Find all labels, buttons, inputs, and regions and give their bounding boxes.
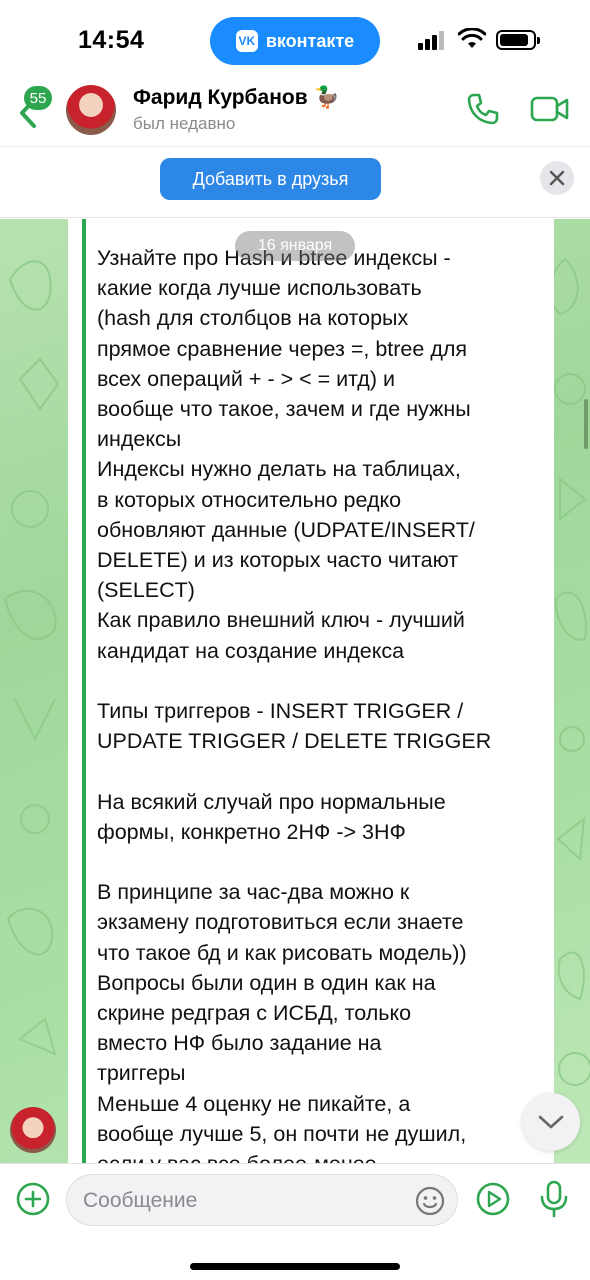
phone-icon[interactable]: [466, 92, 500, 126]
system-icons: [418, 28, 542, 54]
message-input[interactable]: Сообщение: [66, 1174, 458, 1226]
microphone-icon[interactable]: [538, 1180, 570, 1218]
cellular-signal-icon: [418, 30, 448, 50]
add-friend-bar: Добавить в друзья: [0, 146, 590, 218]
message-sender-avatar[interactable]: [10, 1107, 56, 1153]
date-separator: 16 января: [235, 231, 355, 261]
message-quote-bar: [82, 219, 86, 1163]
play-circle-icon[interactable]: [476, 1182, 510, 1216]
battery-icon: [496, 30, 540, 50]
status-time: 14:54: [78, 26, 145, 54]
message-text: Узнайте про Hash и btree индексы - какие…: [97, 246, 492, 1163]
close-icon[interactable]: [540, 161, 574, 195]
home-indicator: [190, 1263, 400, 1270]
unread-badge: 55: [24, 86, 52, 110]
scroll-down-button[interactable]: [522, 1093, 580, 1151]
vk-logo-icon: VK: [235, 30, 258, 52]
avatar[interactable]: [66, 85, 116, 135]
message-composer: Сообщение: [0, 1163, 590, 1280]
plus-circle-icon[interactable]: [16, 1182, 50, 1216]
vk-pill-label: вконтакте: [265, 30, 355, 51]
scroll-indicator[interactable]: [584, 399, 588, 449]
contact-status: был недавно: [133, 114, 236, 133]
add-friend-button[interactable]: Добавить в друзья: [160, 158, 381, 200]
chat-area[interactable]: Узнайте про Hash и btree индексы - какие…: [0, 219, 590, 1163]
contact-name[interactable]: Фарид Курбанов 🦆: [133, 86, 340, 110]
video-camera-icon[interactable]: [530, 94, 570, 124]
chevron-down-icon: [538, 1115, 564, 1129]
message-input-placeholder: Сообщение: [83, 1189, 198, 1212]
wifi-icon: [458, 28, 486, 48]
status-bar: 14:54 VK вконтакте: [0, 0, 590, 82]
smile-icon[interactable]: [415, 1186, 445, 1216]
vk-app-pill[interactable]: VK вконтакте: [210, 17, 380, 65]
